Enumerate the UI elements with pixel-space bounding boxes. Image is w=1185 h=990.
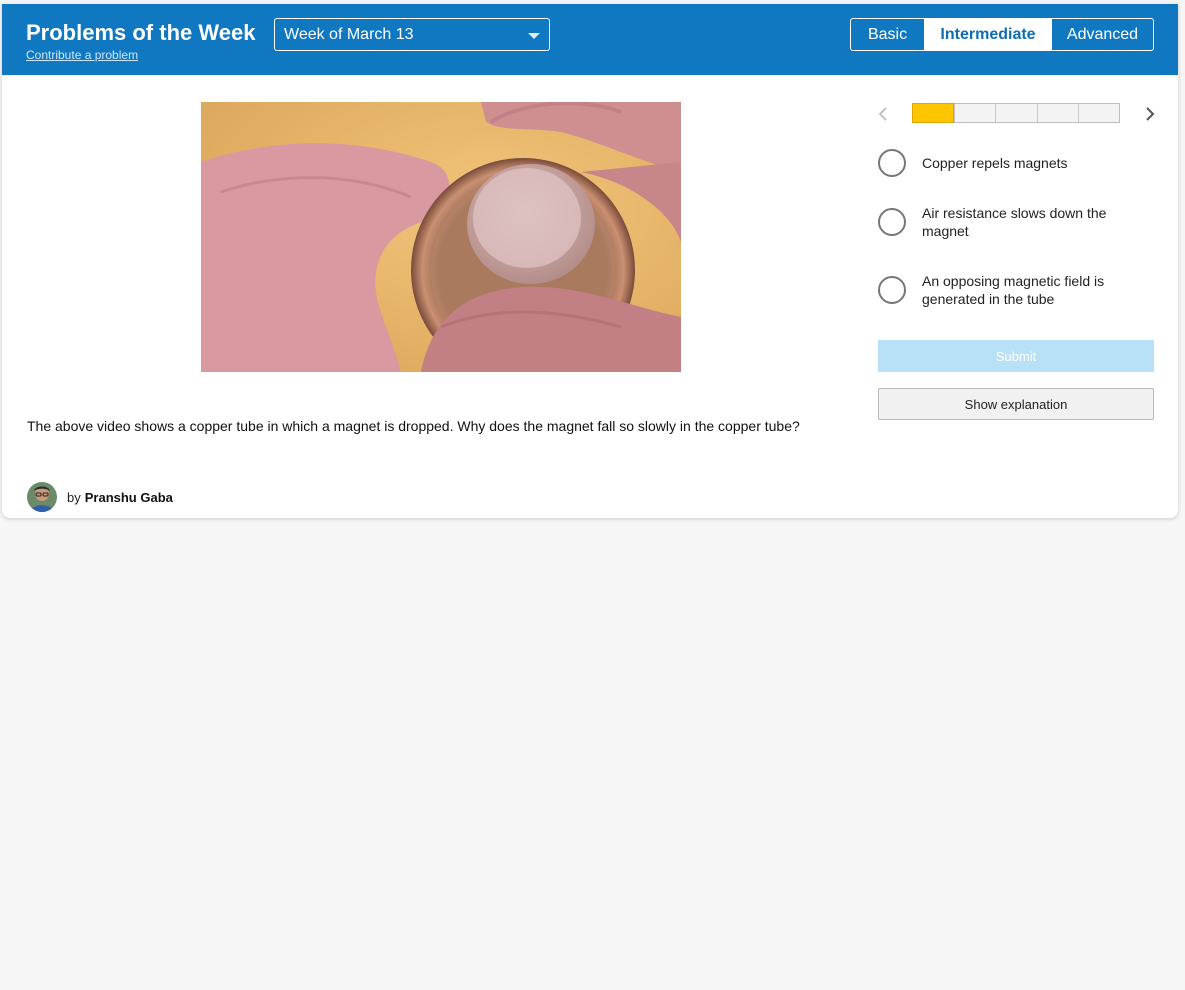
author-name[interactable]: Pranshu Gaba (85, 490, 173, 505)
next-problem-button[interactable] (1140, 104, 1160, 124)
copper-tube-magnet-illustration (201, 102, 681, 372)
chevron-right-icon (1146, 107, 1155, 121)
answer-option-2[interactable]: Air resistance slows down the magnet (878, 204, 1158, 244)
answer-option-label: Air resistance slows down the magnet (922, 205, 1107, 239)
author-avatar[interactable] (27, 482, 57, 512)
answer-option-3[interactable]: An opposing magnetic field is generated … (878, 272, 1158, 312)
radio-button[interactable] (878, 208, 906, 236)
submit-button[interactable]: Submit (878, 340, 1154, 372)
page-title: Problems of the Week (26, 20, 256, 45)
by-label: by (67, 489, 81, 505)
chevron-left-icon (878, 107, 887, 121)
level-switcher: Basic Intermediate Advanced (850, 18, 1154, 51)
author-credit: by Pranshu Gaba (27, 482, 173, 512)
avatar-icon (27, 482, 57, 512)
progress-segment[interactable] (1077, 104, 1119, 122)
progress-segment-current[interactable] (912, 103, 955, 123)
radio-button[interactable] (878, 276, 906, 304)
problem-card: Problems of the Week Contribute a proble… (2, 4, 1178, 518)
question-text: The above video shows a copper tube in w… (27, 418, 800, 434)
header-bar: Problems of the Week Contribute a proble… (2, 4, 1178, 75)
week-select[interactable]: Week of March 13 (274, 18, 550, 51)
contribute-problem-link[interactable]: Contribute a problem (26, 48, 138, 62)
problem-progress (912, 103, 1120, 123)
answer-option-label: An opposing magnetic field is generated … (922, 273, 1105, 307)
radio-button[interactable] (878, 149, 906, 177)
level-advanced[interactable]: Advanced (1051, 19, 1153, 50)
answer-option-1[interactable]: Copper repels magnets (878, 149, 1158, 179)
previous-problem-button[interactable] (874, 104, 894, 124)
problem-video[interactable] (201, 102, 681, 372)
level-intermediate[interactable]: Intermediate (924, 19, 1051, 50)
progress-segment[interactable] (995, 104, 1036, 122)
chevron-down-icon (528, 33, 540, 39)
progress-segment[interactable] (1036, 104, 1078, 122)
answer-option-label: Copper repels magnets (922, 155, 1068, 171)
progress-segment[interactable] (954, 104, 995, 122)
show-explanation-button[interactable]: Show explanation (878, 388, 1154, 420)
week-select-value: Week of March 13 (284, 26, 414, 43)
level-basic[interactable]: Basic (851, 19, 924, 50)
